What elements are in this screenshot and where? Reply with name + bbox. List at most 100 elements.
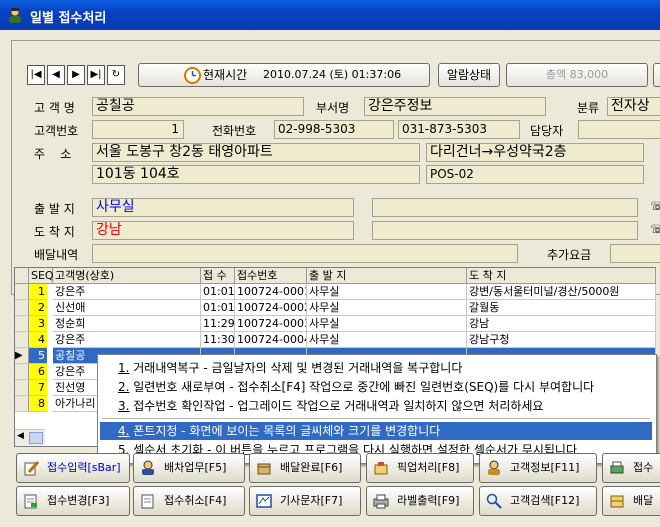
dispatch-button[interactable]: 배차업무[F5] xyxy=(133,453,245,483)
dept-field[interactable]: 강은주정보 xyxy=(364,97,546,116)
manager-label: 담당자 xyxy=(530,124,564,138)
context-menu: 1. 거래내역복구 - 금일날자의 삭제 및 변경된 거래내역을 복구합니다 2… xyxy=(97,354,657,464)
total-amount-button[interactable]: 총액 83,000 xyxy=(506,63,648,87)
destination-detail-field[interactable] xyxy=(372,221,638,240)
table-cell-to[interactable]: 강변/동서울터미널/경산/5000원 xyxy=(467,284,656,300)
table-cell-time[interactable]: 11:29 xyxy=(201,316,235,332)
search-person-icon xyxy=(486,493,502,509)
table-cell-from[interactable]: 사무실 xyxy=(307,316,467,332)
origin-field[interactable]: 사무실 xyxy=(92,198,354,217)
extra-toolbar-button[interactable] xyxy=(653,63,660,87)
pickup-button[interactable]: 픽업처리[F8] xyxy=(366,453,474,483)
table-cell-no[interactable]: 100724-0004 xyxy=(235,332,307,348)
row-selector[interactable] xyxy=(15,332,29,348)
table-cell-time[interactable]: 11:30 xyxy=(201,332,235,348)
customer-info-button[interactable]: 고객정보[F11] xyxy=(479,453,597,483)
label-print-button[interactable]: 라벨출력[F9] xyxy=(366,486,474,516)
label-print-label: 라벨출력[F9] xyxy=(397,494,460,507)
table-cell-name[interactable]: 강은주 xyxy=(53,332,201,348)
col-destination[interactable]: 도 착 지 xyxy=(467,268,656,284)
table-cell-no[interactable]: 100724-0002 xyxy=(235,300,307,316)
col-time[interactable]: 접 수 xyxy=(201,268,235,284)
delivery-extra-label: 배달 xyxy=(633,494,654,507)
row-selector[interactable] xyxy=(15,380,29,396)
custno-field[interactable]: 1 xyxy=(92,120,184,139)
intake-input-button[interactable]: 접수입력[sBar] xyxy=(16,453,130,483)
table-cell-no[interactable]: 100724-0003 xyxy=(235,316,307,332)
table-cell-to[interactable]: 강남 xyxy=(467,316,656,332)
menu-item-verify[interactable]: 3. 접수번호 확인작업 - 업그레이드 작업으로 거래내역과 일치하지 않으면… xyxy=(100,397,652,415)
customer-info-label: 고객정보[F11] xyxy=(510,461,580,474)
table-cell-time[interactable]: 01:01 xyxy=(201,300,235,316)
delivery-icon xyxy=(610,495,624,508)
clock-button[interactable]: 현재시간 2010.07.24 (토) 01:37:06 xyxy=(138,63,430,87)
form-panel: |◀ ◀ ▶ ▶| ↻ 현재시간 2010.07.24 (토) 01:37:06… xyxy=(11,40,660,295)
intake-cancel-label: 접수취소[F4] xyxy=(164,494,227,507)
phone2-field[interactable]: 031-873-5303 xyxy=(398,120,520,139)
table-cell-name[interactable]: 강은주 xyxy=(53,284,201,300)
menu-item-verify-text: 접수번호 확인작업 - 업그레이드 작업으로 거래내역과 일치하지 않으면 처리… xyxy=(129,399,544,413)
col-number[interactable]: 접수번호 xyxy=(235,268,307,284)
row-selector[interactable] xyxy=(15,316,29,332)
destination-label: 도 착 지 xyxy=(34,225,75,239)
table-cell-from[interactable]: 사무실 xyxy=(307,300,467,316)
grid-corner xyxy=(15,268,29,284)
table-cell-no[interactable]: 100724-0001 xyxy=(235,284,307,300)
row-selector[interactable] xyxy=(15,300,29,316)
intake-extra-label: 접수 xyxy=(633,461,654,474)
category-field[interactable]: 전자상 xyxy=(607,97,660,116)
customer-field[interactable]: 공칠공 xyxy=(92,97,304,116)
menu-item-restore[interactable]: 1. 거래내역복구 - 금일날자의 삭제 및 변경된 거래내역을 복구합니다 xyxy=(100,359,652,377)
address2-field[interactable]: 다리건너→우성약국2층 xyxy=(426,143,644,162)
address1-field[interactable]: 서울 도봉구 창2동 태영아파트 xyxy=(92,143,420,162)
destination-field[interactable]: 강남 xyxy=(92,221,354,240)
col-name[interactable]: 고객명(상호) xyxy=(53,268,201,284)
table-cell-name[interactable]: 신선애 xyxy=(53,300,201,316)
row-seq: 8 xyxy=(29,396,47,412)
last-record-button[interactable]: ▶| xyxy=(87,65,105,85)
pickup-icon xyxy=(374,462,388,475)
origin-detail-field[interactable] xyxy=(372,198,638,217)
menu-separator xyxy=(102,418,650,419)
address3-field[interactable]: 101동 104호 xyxy=(92,165,420,184)
first-record-button[interactable]: |◀ xyxy=(27,65,45,85)
customer-search-button[interactable]: 고객검색[F12] xyxy=(479,486,597,516)
table-cell-name[interactable]: 정순희 xyxy=(53,316,201,332)
col-origin[interactable]: 출 발 지 xyxy=(307,268,467,284)
phone1-field[interactable]: 02-998-5303 xyxy=(274,120,394,139)
destination-phone-icon: ☏ xyxy=(650,222,660,236)
row-selector[interactable] xyxy=(15,284,29,300)
table-cell-from[interactable]: 사무실 xyxy=(307,332,467,348)
col-seq[interactable]: SEQ xyxy=(29,268,54,284)
delivery-field[interactable] xyxy=(92,244,518,263)
table-cell-from[interactable]: 사무실 xyxy=(307,284,467,300)
table-cell-time[interactable]: 01:01 xyxy=(201,284,235,300)
dispatch-label: 배차업무[F5] xyxy=(164,461,227,474)
row-seq: 2 xyxy=(29,300,47,316)
address4-field[interactable]: POS-02 xyxy=(426,165,644,184)
driver-message-button[interactable]: 기사문자[F7] xyxy=(249,486,361,516)
menu-item-font[interactable]: 4. 폰트지정 - 화면에 보이는 목록의 글씨체와 크기를 변경합니다 xyxy=(100,422,652,440)
intake-change-button[interactable]: 접수변경[F3] xyxy=(16,486,130,516)
row-selector[interactable]: ▶ xyxy=(15,348,29,364)
table-cell-to[interactable]: 갈월동 xyxy=(467,300,656,316)
delivery-complete-button[interactable]: 배달완료[F6] xyxy=(249,453,361,483)
alarm-status-button[interactable]: 알람상태 xyxy=(438,63,500,87)
row-selector[interactable] xyxy=(15,364,29,380)
extra-fee-field[interactable] xyxy=(610,244,660,263)
intake-cancel-button[interactable]: 접수취소[F4] xyxy=(133,486,245,516)
address-label: 주 소 xyxy=(34,147,72,161)
scroll-left-icon[interactable]: ◀ xyxy=(17,431,24,441)
delivery-extra-button[interactable]: 배달 xyxy=(602,486,660,516)
row-selector[interactable] xyxy=(15,396,29,412)
scroll-thumb[interactable] xyxy=(29,432,43,444)
table-cell-to[interactable]: 강남구청 xyxy=(467,332,656,348)
menu-item-renumber[interactable]: 2. 일련번호 새로부여 - 접수취소[F4] 작업으로 중간에 빠진 일련번호… xyxy=(100,378,652,396)
horizontal-scrollbar[interactable]: ◀ xyxy=(15,429,45,446)
next-record-button[interactable]: ▶ xyxy=(67,65,85,85)
intake-extra-button[interactable]: 접수 xyxy=(602,453,660,483)
prev-record-button[interactable]: ◀ xyxy=(47,65,65,85)
refresh-button[interactable]: ↻ xyxy=(107,65,125,85)
manager-field[interactable] xyxy=(578,120,660,139)
message-icon xyxy=(256,494,272,508)
